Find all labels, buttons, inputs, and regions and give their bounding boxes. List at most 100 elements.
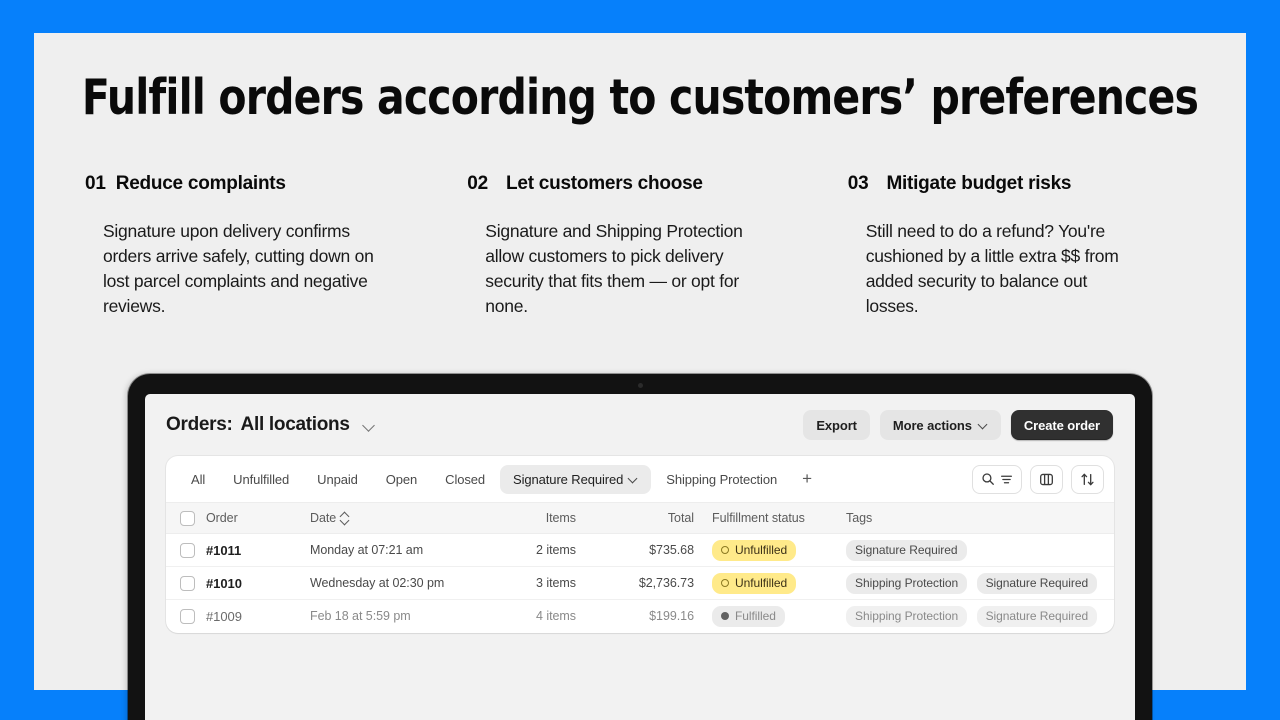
tab-all[interactable]: All bbox=[178, 465, 218, 494]
cell-order: #1011 bbox=[206, 534, 310, 567]
status-badge: Unfulfilled bbox=[712, 539, 797, 561]
table-body: #1011 Monday at 07:21 am 2 items $735.68… bbox=[166, 534, 1114, 633]
status-dot-icon bbox=[721, 546, 729, 554]
row-checkbox[interactable] bbox=[180, 608, 195, 624]
feature-column-02: 02 Let customers choose Signature and Sh… bbox=[467, 173, 847, 319]
feature-heading: 03 Mitigate budget risks bbox=[848, 173, 1230, 195]
chevron-down-icon bbox=[629, 475, 638, 484]
chevron-down-icon bbox=[979, 421, 988, 430]
cell-fulfillment-status: Unfulfilled bbox=[694, 534, 836, 567]
table-header: Order Date Items Total Fulfillment statu… bbox=[166, 502, 1114, 534]
orders-page-title: Orders: All locations bbox=[166, 414, 376, 436]
select-all-header bbox=[166, 502, 206, 534]
tag-chip: Signature Required bbox=[976, 572, 1098, 594]
header-date-label: Date bbox=[310, 511, 337, 525]
header-fulfillment-status[interactable]: Fulfillment status bbox=[694, 502, 836, 534]
sort-button[interactable] bbox=[1071, 464, 1104, 494]
feature-columns: 01 Reduce complaints Signature upon deli… bbox=[85, 173, 1230, 319]
status-badge: Fulfilled bbox=[712, 605, 785, 627]
tablet-device-frame: Orders: All locations Export More action… bbox=[128, 374, 1152, 720]
tab-shipping-protection[interactable]: Shipping Protection bbox=[653, 465, 790, 494]
tab-signature-required[interactable]: Signature Required bbox=[500, 464, 652, 494]
header-items[interactable]: Items bbox=[482, 502, 602, 534]
table-row[interactable]: #1011 Monday at 07:21 am 2 items $735.68… bbox=[166, 534, 1114, 567]
orders-label: Orders: bbox=[166, 414, 233, 435]
status-dot-icon bbox=[721, 612, 729, 621]
app-header: Orders: All locations Export More action… bbox=[145, 394, 1135, 456]
edit-columns-button[interactable] bbox=[1030, 464, 1063, 494]
table-header-row: Order Date Items Total Fulfillment statu… bbox=[166, 502, 1114, 534]
sort-arrows-icon bbox=[340, 512, 349, 524]
tag-chip: Signature Required bbox=[976, 605, 1098, 627]
feature-title: Reduce complaints bbox=[115, 173, 286, 194]
row-select-cell bbox=[166, 567, 206, 600]
order-id[interactable]: #1011 bbox=[206, 543, 241, 558]
table-row[interactable]: #1009 Feb 18 at 5:59 pm 4 items $199.16 … bbox=[166, 600, 1114, 633]
order-id[interactable]: #1009 bbox=[206, 609, 242, 624]
feature-number: 01 bbox=[85, 173, 106, 194]
tag-chip: Signature Required bbox=[846, 539, 967, 561]
cell-date: Monday at 07:21 am bbox=[310, 543, 424, 557]
sort-icon bbox=[1081, 473, 1094, 485]
feature-title: Mitigate budget risks bbox=[886, 173, 1072, 194]
cell-fulfillment-status: Unfulfilled bbox=[694, 567, 836, 600]
row-checkbox[interactable] bbox=[180, 575, 195, 591]
header-tags[interactable]: Tags bbox=[836, 502, 1114, 534]
tab-open[interactable]: Open bbox=[373, 465, 430, 494]
cell-date: Feb 18 at 5:59 pm bbox=[310, 609, 411, 624]
more-actions-button[interactable]: More actions bbox=[879, 410, 1001, 440]
row-checkbox[interactable] bbox=[180, 542, 195, 558]
feature-column-01: 01 Reduce complaints Signature upon deli… bbox=[85, 173, 467, 319]
orders-card: All Unfulfilled Unpaid Open Closed Signa… bbox=[166, 456, 1114, 633]
feature-number: 02 bbox=[467, 173, 489, 194]
tag-chip: Shipping Protection bbox=[846, 572, 968, 594]
search-and-filter-button[interactable] bbox=[972, 464, 1022, 494]
status-label: Fulfilled bbox=[735, 609, 776, 624]
cell-date: Wednesday at 02:30 pm bbox=[310, 576, 445, 590]
feature-heading: 02 Let customers choose bbox=[467, 173, 847, 195]
search-icon bbox=[982, 473, 994, 485]
tab-unpaid[interactable]: Unpaid bbox=[304, 465, 371, 494]
header-total[interactable]: Total bbox=[602, 502, 694, 534]
slide-stage: Fulfill orders according to customers’ p… bbox=[0, 0, 1280, 720]
feature-number: 03 bbox=[847, 173, 869, 194]
tab-label: Signature Required bbox=[513, 471, 624, 487]
table-row[interactable]: #1010 Wednesday at 02:30 pm 3 items $2,7… bbox=[166, 567, 1114, 600]
status-dot-icon bbox=[721, 579, 729, 587]
cell-total: $2,736.73 bbox=[638, 576, 694, 590]
header-date[interactable]: Date bbox=[310, 502, 482, 534]
order-id[interactable]: #1010 bbox=[206, 576, 242, 591]
orders-table: Order Date Items Total Fulfillment statu… bbox=[166, 502, 1114, 633]
row-select-cell bbox=[166, 534, 206, 567]
cell-tags: Signature Required bbox=[836, 534, 1114, 567]
export-button[interactable]: Export bbox=[803, 410, 870, 440]
status-label: Unfulfilled bbox=[735, 543, 788, 557]
feature-body: Signature and Shipping Protection allow … bbox=[485, 221, 743, 316]
feature-heading: 01 Reduce complaints bbox=[85, 173, 467, 195]
chevron-down-icon[interactable] bbox=[362, 418, 376, 432]
feature-title: Let customers choose bbox=[506, 173, 703, 194]
more-actions-label: More actions bbox=[892, 417, 972, 433]
status-label: Unfulfilled bbox=[735, 576, 788, 590]
select-all-checkbox[interactable] bbox=[180, 510, 195, 526]
columns-icon bbox=[1040, 473, 1053, 485]
tag-chip: Shipping Protection bbox=[846, 605, 968, 627]
header-actions: Export More actions Create order bbox=[803, 410, 1113, 440]
cell-tags: Shipping Protection Signature Required bbox=[836, 567, 1114, 600]
feature-column-03: 03 Mitigate budget risks Still need to d… bbox=[848, 173, 1230, 319]
cell-order: #1009 bbox=[206, 600, 310, 633]
create-order-button[interactable]: Create order bbox=[1010, 410, 1113, 440]
cell-total: $735.68 bbox=[649, 543, 694, 557]
location-label: All locations bbox=[240, 414, 350, 435]
header-order[interactable]: Order bbox=[206, 502, 310, 534]
filter-icon bbox=[1001, 475, 1012, 483]
page-title: Fulfill orders according to customers’ p… bbox=[81, 69, 1199, 126]
filter-tabs: All Unfulfilled Unpaid Open Closed Signa… bbox=[166, 456, 1114, 502]
tab-closed[interactable]: Closed bbox=[432, 465, 498, 494]
add-tab-button[interactable]: + bbox=[792, 465, 822, 494]
tablet-screen: Orders: All locations Export More action… bbox=[145, 394, 1135, 720]
tab-unfulfilled[interactable]: Unfulfilled bbox=[220, 465, 302, 494]
status-badge: Unfulfilled bbox=[712, 572, 797, 594]
cell-fulfillment-status: Fulfilled bbox=[694, 600, 836, 633]
row-select-cell bbox=[166, 600, 206, 633]
